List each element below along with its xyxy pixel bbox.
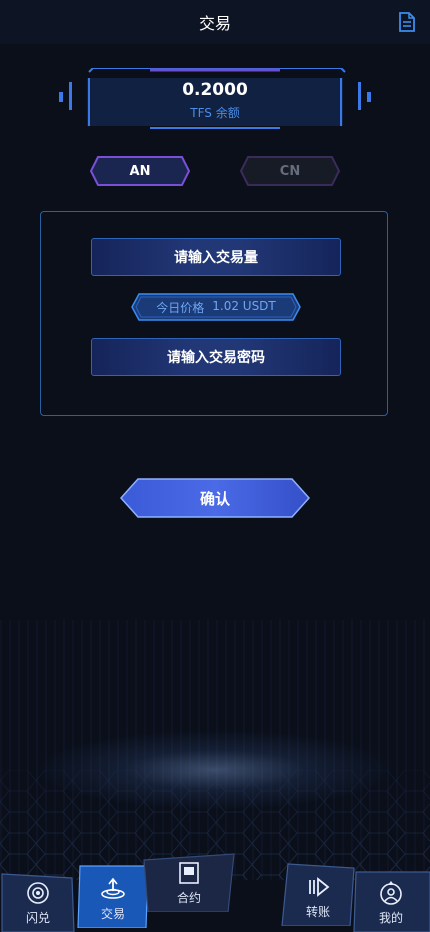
nav-item-profile[interactable]: 我的 xyxy=(352,870,430,932)
profile-icon xyxy=(380,881,402,905)
trade-password-input[interactable]: 请输入交易密码 xyxy=(91,338,341,376)
nav-label-contract: 合约 xyxy=(176,891,201,905)
price-value: 1.02 USDT xyxy=(212,298,276,313)
trade-form: 请输入交易量 今日价格 1.02 USDT 请输入交易密码 xyxy=(40,211,388,416)
nav-label-flash-swap: 闪兑 xyxy=(25,911,50,925)
price-label: 今日价格 xyxy=(156,300,205,315)
header-bar: 交易 xyxy=(0,0,430,44)
bottom-nav: 闪兑 交易 合约 转账 我的 xyxy=(0,850,430,932)
contract-icon xyxy=(179,862,199,884)
trade-amount-input[interactable]: 请输入交易量 xyxy=(91,238,341,276)
toggle-an-label: AN xyxy=(129,163,151,179)
toggle-cn-button[interactable]: CN xyxy=(240,156,340,186)
balance-panel: 0.2000 TFS 余额 xyxy=(55,68,375,132)
target-icon xyxy=(27,882,49,904)
price-badge: 今日价格 1.02 USDT xyxy=(131,293,301,321)
confirm-button[interactable]: 确认 xyxy=(120,478,310,518)
document-icon[interactable] xyxy=(398,12,416,32)
nav-label-transfer: 转账 xyxy=(305,905,330,919)
exchange-icon xyxy=(101,877,125,899)
page-title: 交易 xyxy=(198,14,231,33)
nav-label-trade: 交易 xyxy=(100,907,125,921)
nav-item-contract[interactable]: 合约 xyxy=(142,852,236,912)
confirm-label: 确认 xyxy=(199,489,230,508)
nav-label-profile: 我的 xyxy=(378,911,403,925)
balance-label: TFS 余额 xyxy=(190,106,240,120)
toggle-cn-label: CN xyxy=(279,163,301,179)
nav-item-flash-swap[interactable]: 闪兑 xyxy=(0,872,76,932)
nav-item-trade[interactable]: 交易 xyxy=(76,864,150,928)
nav-item-transfer[interactable]: 转账 xyxy=(280,862,356,926)
toggle-an-button[interactable]: AN xyxy=(90,156,190,186)
balance-amount: 0.2000 xyxy=(182,80,248,100)
transfer-icon xyxy=(309,877,330,897)
balance-frame xyxy=(59,68,371,129)
